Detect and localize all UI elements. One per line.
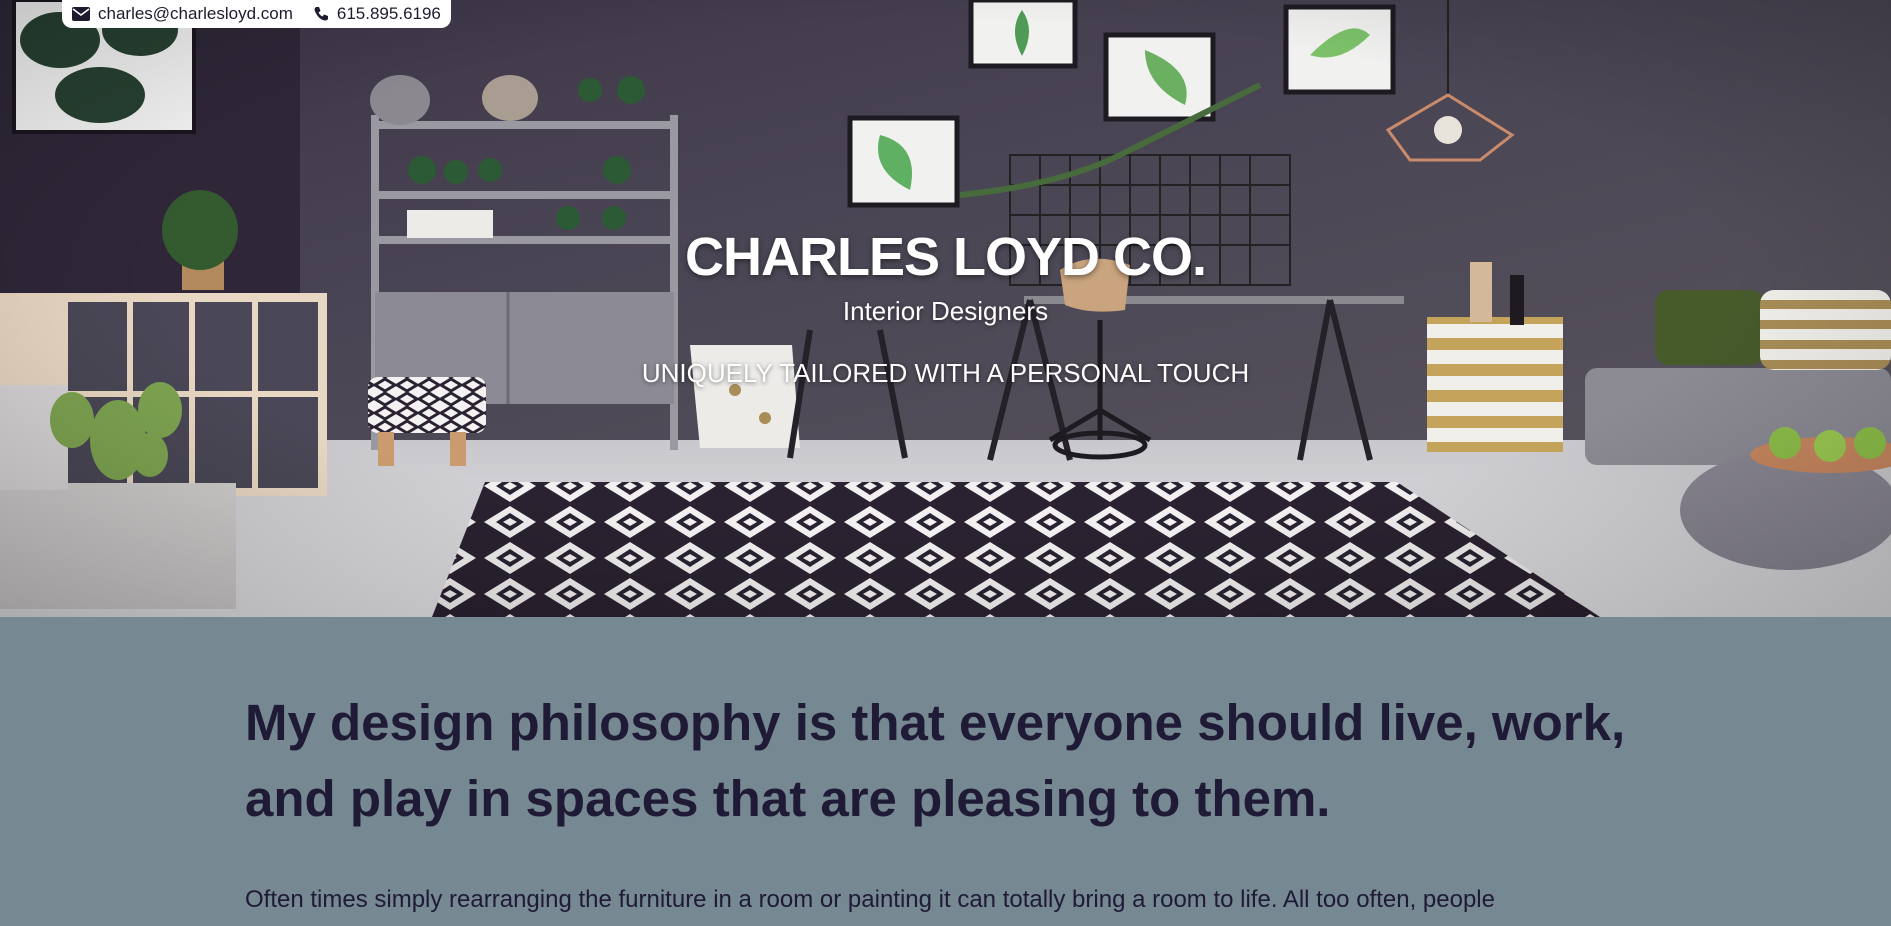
- philosophy-body: Often times simply rearranging the furni…: [245, 886, 1495, 913]
- contact-bar: charles@charlesloyd.com 615.895.6196: [62, 0, 451, 28]
- hero-section: charles@charlesloyd.com 615.895.6196 CHA…: [0, 0, 1891, 617]
- phone-link[interactable]: 615.895.6196: [337, 4, 441, 24]
- site-title: CHARLES LOYD CO.: [684, 227, 1207, 287]
- phone-icon: [313, 6, 329, 22]
- site-tagline: UNIQUELY TAILORED WITH A PERSONAL TOUCH: [641, 358, 1250, 388]
- envelope-icon: [72, 7, 90, 21]
- email-link[interactable]: charles@charlesloyd.com: [98, 4, 293, 24]
- philosophy-heading: My design philosophy is that everyone sh…: [245, 694, 1626, 827]
- philosophy-section: My design philosophy is that everyone sh…: [0, 617, 1891, 926]
- site-subtitle: Interior Designers: [842, 296, 1049, 326]
